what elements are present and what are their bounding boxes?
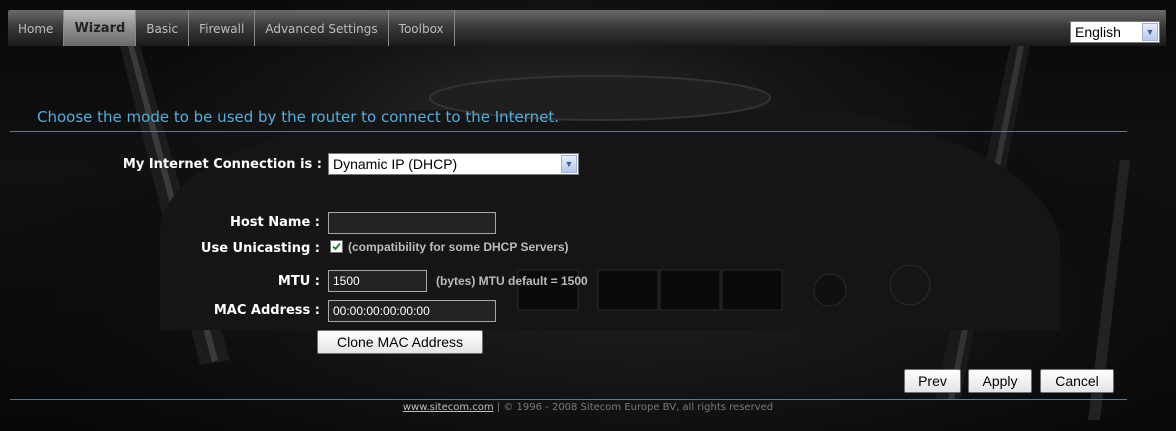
connection-label: My Internet Connection is :: [122, 157, 322, 172]
apply-button[interactable]: Apply: [968, 369, 1032, 393]
mac-address-label: MAC Address :: [213, 303, 320, 318]
tab-basic[interactable]: Basic: [136, 10, 190, 46]
tab-firewall[interactable]: Firewall: [189, 10, 256, 46]
nav-tabs: Home Wizard Basic Firewall Advanced Sett…: [8, 10, 455, 46]
prev-button[interactable]: Prev: [904, 369, 961, 393]
clone-mac-button[interactable]: Clone MAC Address: [317, 330, 483, 354]
mtu-note: (bytes) MTU default = 1500: [436, 274, 588, 288]
host-name-label: Host Name :: [229, 215, 320, 230]
tab-wizard[interactable]: Wizard: [64, 10, 137, 46]
connection-type-select[interactable]: Dynamic IP (DHCP) ▼: [328, 153, 579, 175]
chevron-down-icon[interactable]: ▼: [561, 155, 577, 173]
mtu-label: MTU :: [277, 274, 320, 289]
language-value: English: [1075, 24, 1121, 40]
heading-divider: [10, 131, 1127, 132]
footer-link[interactable]: www.sitecom.com: [403, 402, 494, 413]
page-heading: Choose the mode to be used by the router…: [37, 108, 560, 126]
unicasting-label: Use Unicasting :: [200, 241, 320, 256]
check-icon: [332, 242, 341, 251]
connection-type-value: Dynamic IP (DHCP): [333, 156, 458, 172]
tab-advanced-settings[interactable]: Advanced Settings: [255, 10, 389, 46]
host-name-input[interactable]: [328, 212, 496, 234]
mac-address-input[interactable]: 00:00:00:00:00:00: [328, 300, 496, 322]
unicasting-note: (compatibility for some DHCP Servers): [348, 240, 569, 254]
tab-home[interactable]: Home: [8, 10, 65, 46]
chevron-down-icon[interactable]: ▼: [1142, 23, 1158, 41]
language-select[interactable]: English ▼: [1070, 21, 1160, 43]
footer-divider: [10, 399, 1127, 400]
tab-toolbox[interactable]: Toolbox: [389, 10, 455, 46]
unicasting-checkbox[interactable]: [330, 240, 343, 253]
cancel-button[interactable]: Cancel: [1040, 369, 1114, 393]
footer-copyright: | © 1996 - 2008 Sitecom Europe BV, all r…: [493, 402, 774, 413]
footer: www.sitecom.com | © 1996 - 2008 Sitecom …: [0, 402, 1176, 413]
mtu-input[interactable]: 1500: [328, 270, 427, 292]
